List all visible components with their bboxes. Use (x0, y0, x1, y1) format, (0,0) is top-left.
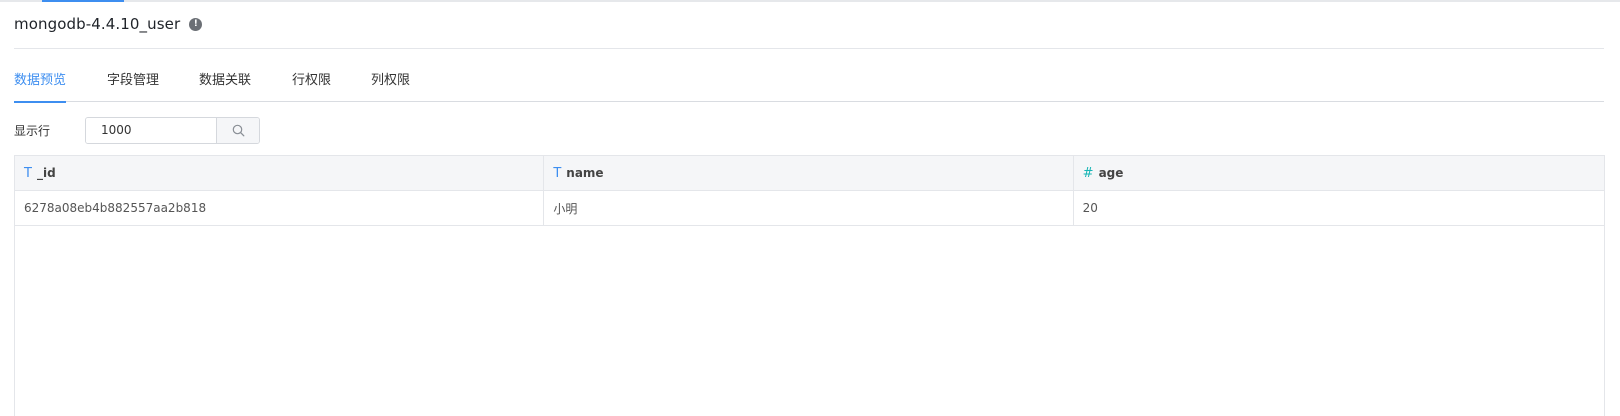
table-cell-name: 小明 (544, 191, 1074, 225)
title-divider (14, 48, 1604, 49)
top-tab-active-indicator (42, 0, 124, 2)
table-cell-age: 20 (1082, 201, 1098, 215)
header: mongodb-4.4.10_user ! (14, 12, 203, 36)
table-cell-id: 6278a08eb4b882557aa2b818 (15, 191, 545, 225)
search-button[interactable] (216, 117, 259, 143)
page-title: mongodb-4.4.10_user (14, 15, 181, 33)
tab-data-association[interactable]: 数据关联 (199, 68, 251, 102)
column-header-label: _id (36, 166, 56, 180)
row-limit-filter: 显示行 (14, 116, 260, 144)
column-header-name[interactable]: T name (544, 156, 1074, 190)
number-type-icon: # (1082, 165, 1094, 181)
tab-row-permission[interactable]: 行权限 (292, 68, 331, 102)
table-header-row: T _id T name # age (15, 156, 1604, 191)
table-row[interactable]: 6278a08eb4b882557aa2b818 小明 20 (15, 191, 1604, 226)
row-limit-input[interactable] (86, 117, 216, 143)
column-header-label: age (1098, 166, 1124, 180)
data-preview-table: T _id T name # age 6278a08eb4b882557aa2b… (14, 155, 1605, 416)
search-icon (232, 124, 244, 136)
page: mongodb-4.4.10_user ! 数据预览 字段管理 数据关联 行权限… (0, 0, 1620, 416)
column-header-id[interactable]: T _id (15, 156, 545, 190)
text-type-icon: T (24, 165, 32, 181)
row-limit-input-group (85, 116, 260, 144)
row-limit-label: 显示行 (14, 123, 51, 138)
tab-field-management[interactable]: 字段管理 (107, 68, 159, 102)
tab-bar: 数据预览 字段管理 数据关联 行权限 列权限 (14, 68, 1604, 103)
column-header-age[interactable]: # age (1074, 156, 1604, 190)
top-tab-strip (0, 0, 1620, 2)
tab-data-preview[interactable]: 数据预览 (14, 68, 67, 103)
column-header-label: name (566, 166, 604, 180)
info-icon[interactable]: ! (189, 17, 203, 31)
tab-column-permission[interactable]: 列权限 (371, 68, 410, 102)
text-type-icon: T (553, 165, 562, 181)
